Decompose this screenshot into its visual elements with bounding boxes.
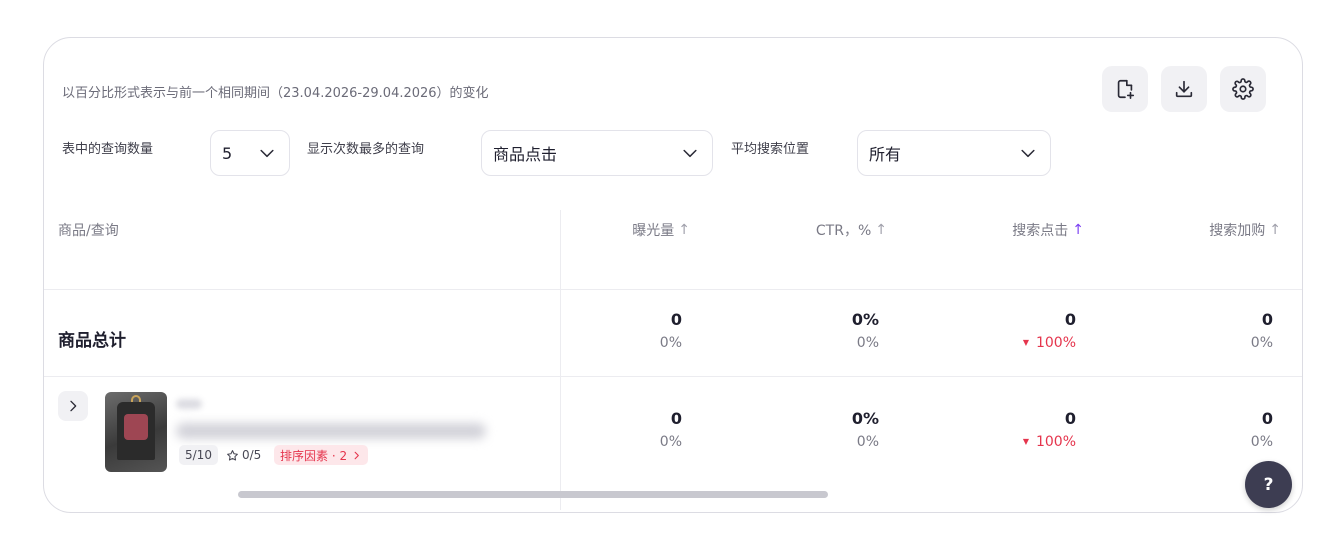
table-header: 商品/查询 曝光量 ↑ CTR，% ↑ 搜索点击 ↑ 搜索加购 ↑ [44, 210, 1302, 290]
metric-change: 0% [856, 434, 879, 450]
metric-value: 0 [670, 409, 682, 428]
avg-position-select[interactable]: 所有 [857, 130, 1051, 176]
sort-arrow-icon: ↑ [875, 222, 887, 238]
metric-change: 0% [1250, 335, 1273, 351]
metric-value: 0% [851, 409, 879, 428]
column-header-label: CTR，% [815, 223, 872, 239]
sort-arrow-icon: ↑ [1269, 222, 1281, 238]
column-header-label: 搜索点击 [1012, 223, 1069, 239]
chevron-down-icon [260, 149, 274, 158]
total-row-title: 商品总计 [58, 331, 126, 351]
metric-cell: 0 0% [660, 409, 682, 450]
metric-value: 0 [1064, 409, 1076, 428]
top-queries-select[interactable]: 商品点击 [481, 130, 713, 176]
table-row-product: 5/10 0/5 排序因素 · 2 0 0% 0% 0% 0 100% 0 0% [44, 377, 1302, 501]
metric-change: 0% [659, 335, 682, 351]
metric-cell: 0 0% [1251, 310, 1273, 351]
metric-cell: 0 100% [1023, 310, 1076, 351]
column-header-label: 商品/查询 [58, 223, 119, 239]
metric-cell: 0 0% [1251, 409, 1273, 450]
column-header-product: 商品/查询 [58, 220, 119, 240]
metric-cell: 0% 0% [852, 409, 879, 450]
column-header-ctr[interactable]: CTR，% ↑ [816, 220, 887, 240]
metric-change: 0% [659, 434, 682, 450]
expand-row-button[interactable] [58, 391, 88, 421]
ranking-factors-chip[interactable]: 排序因素 · 2 [274, 445, 369, 465]
avg-position-label: 平均搜索位置 [731, 142, 810, 157]
metric-change: 0% [856, 335, 879, 351]
period-comparison-note: 以百分比形式表示与前一个相同期间（23.04.2026-29.04.2026）的… [62, 86, 489, 101]
metric-value: 0 [1261, 310, 1273, 329]
metric-change: 100% [1023, 434, 1076, 450]
column-header-search-clicks[interactable]: 搜索点击 ↑ [1012, 220, 1084, 240]
avg-position-value: 所有 [869, 145, 902, 164]
product-thumbnail[interactable] [105, 392, 167, 472]
toolbar [1102, 66, 1266, 112]
metric-cell: 0 0% [660, 310, 682, 351]
metric-value: 0 [1064, 310, 1076, 329]
help-button[interactable]: ? [1245, 461, 1292, 508]
metric-cell: 0% 0% [852, 310, 879, 351]
metric-value: 0% [851, 310, 879, 329]
top-queries-label: 显示次数最多的查询 [307, 142, 425, 157]
product-name-blurred[interactable] [176, 423, 486, 439]
rating-chip: 0/5 [220, 445, 267, 465]
download-button[interactable] [1161, 66, 1207, 112]
metric-value: 0 [1261, 409, 1273, 428]
queries-count-chip: 5/10 [179, 445, 218, 465]
chevron-right-icon [70, 400, 77, 412]
column-header-impressions[interactable]: 曝光量 ↑ [632, 220, 690, 240]
metric-value: 0 [670, 310, 682, 329]
horizontal-scrollbar[interactable] [238, 491, 828, 498]
settings-button[interactable] [1220, 66, 1266, 112]
export-file-button[interactable] [1102, 66, 1148, 112]
download-icon [1175, 80, 1193, 98]
sort-arrow-icon: ↑ [678, 222, 690, 238]
product-brand-blurred [176, 399, 202, 409]
chevron-down-icon [1021, 149, 1035, 158]
star-icon [227, 449, 238, 461]
report-card: 以百分比形式表示与前一个相同期间（23.04.2026-29.04.2026）的… [43, 37, 1303, 513]
chevron-down-icon [683, 149, 697, 158]
query-count-label: 表中的查询数量 [62, 142, 154, 157]
table-row-total: 商品总计 0 0% 0% 0% 0 100% 0 0% [44, 290, 1302, 377]
gear-icon [1232, 78, 1254, 100]
sort-arrow-icon: ↑ [1072, 222, 1084, 238]
rating-value: 0/5 [242, 448, 262, 462]
metric-change: 100% [1023, 335, 1076, 351]
chevron-right-icon [354, 451, 359, 459]
metric-change: 0% [1250, 434, 1273, 450]
metric-cell: 0 100% [1023, 409, 1076, 450]
column-header-label: 曝光量 [632, 223, 675, 239]
column-divider [560, 210, 561, 510]
query-count-select[interactable]: 5 [210, 130, 290, 176]
ranking-factors-label: 排序因素 · 2 [280, 448, 348, 463]
top-queries-value: 商品点击 [493, 145, 558, 164]
column-header-label: 搜索加购 [1209, 223, 1266, 239]
file-add-icon [1117, 79, 1135, 99]
query-count-value: 5 [222, 143, 233, 163]
column-header-search-add-to-cart[interactable]: 搜索加购 ↑ [1209, 220, 1281, 240]
